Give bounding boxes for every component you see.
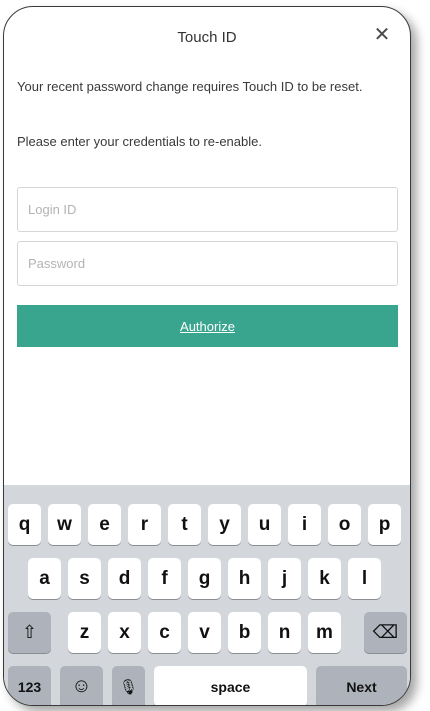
key-z[interactable]: z [68, 612, 101, 653]
key-s[interactable]: s [68, 558, 101, 599]
key-k[interactable]: k [308, 558, 341, 599]
key-v[interactable]: v [188, 612, 221, 653]
key-i[interactable]: i [288, 504, 321, 545]
keyboard-row-2: a s d f g h j k l [4, 558, 410, 599]
numbers-key[interactable]: 123 [8, 666, 51, 705]
keyboard-row-3: ⇧ z x c v b n m ⌫ [4, 612, 410, 653]
shift-icon[interactable]: ⇧ [8, 612, 51, 653]
modal-screen: Touch ID ✕ Your recent password change r… [3, 6, 411, 706]
instruction-message: Please enter your credentials to re-enab… [17, 134, 262, 149]
key-d[interactable]: d [108, 558, 141, 599]
key-g[interactable]: g [188, 558, 221, 599]
login-id-field[interactable] [17, 187, 398, 232]
keyboard-row-1: q w e r t y u i o p [4, 504, 410, 545]
key-h[interactable]: h [228, 558, 261, 599]
key-j[interactable]: j [268, 558, 301, 599]
key-f[interactable]: f [148, 558, 181, 599]
key-p[interactable]: p [368, 504, 401, 545]
microphone-icon[interactable]: 🎙 [112, 666, 145, 705]
key-b[interactable]: b [228, 612, 261, 653]
key-l[interactable]: l [348, 558, 381, 599]
delete-icon[interactable]: ⌫ [364, 612, 407, 653]
key-t[interactable]: t [168, 504, 201, 545]
space-key[interactable]: space [154, 666, 307, 705]
close-icon[interactable]: ✕ [370, 23, 394, 47]
keyboard-row-4: 123 ☺ 🎙 space Next [4, 666, 410, 705]
emoji-icon[interactable]: ☺ [60, 666, 103, 705]
key-o[interactable]: o [328, 504, 361, 545]
authorize-button[interactable]: Authorize [17, 305, 398, 347]
key-y[interactable]: y [208, 504, 241, 545]
key-n[interactable]: n [268, 612, 301, 653]
next-key[interactable]: Next [316, 666, 407, 705]
key-r[interactable]: r [128, 504, 161, 545]
page-title: Touch ID [177, 29, 237, 46]
key-a[interactable]: a [28, 558, 61, 599]
info-message: Your recent password change requires Tou… [17, 79, 363, 94]
key-q[interactable]: q [8, 504, 41, 545]
login-id-input[interactable] [18, 188, 397, 231]
authorize-label: Authorize [180, 318, 235, 334]
password-input[interactable] [18, 242, 397, 285]
modal-header: Touch ID ✕ [4, 7, 410, 69]
key-m[interactable]: m [308, 612, 341, 653]
key-u[interactable]: u [248, 504, 281, 545]
key-c[interactable]: c [148, 612, 181, 653]
key-x[interactable]: x [108, 612, 141, 653]
password-field[interactable] [17, 241, 398, 286]
key-w[interactable]: w [48, 504, 81, 545]
key-e[interactable]: e [88, 504, 121, 545]
onscreen-keyboard: q w e r t y u i o p a s d f g h j k l ⇧ … [4, 485, 410, 705]
